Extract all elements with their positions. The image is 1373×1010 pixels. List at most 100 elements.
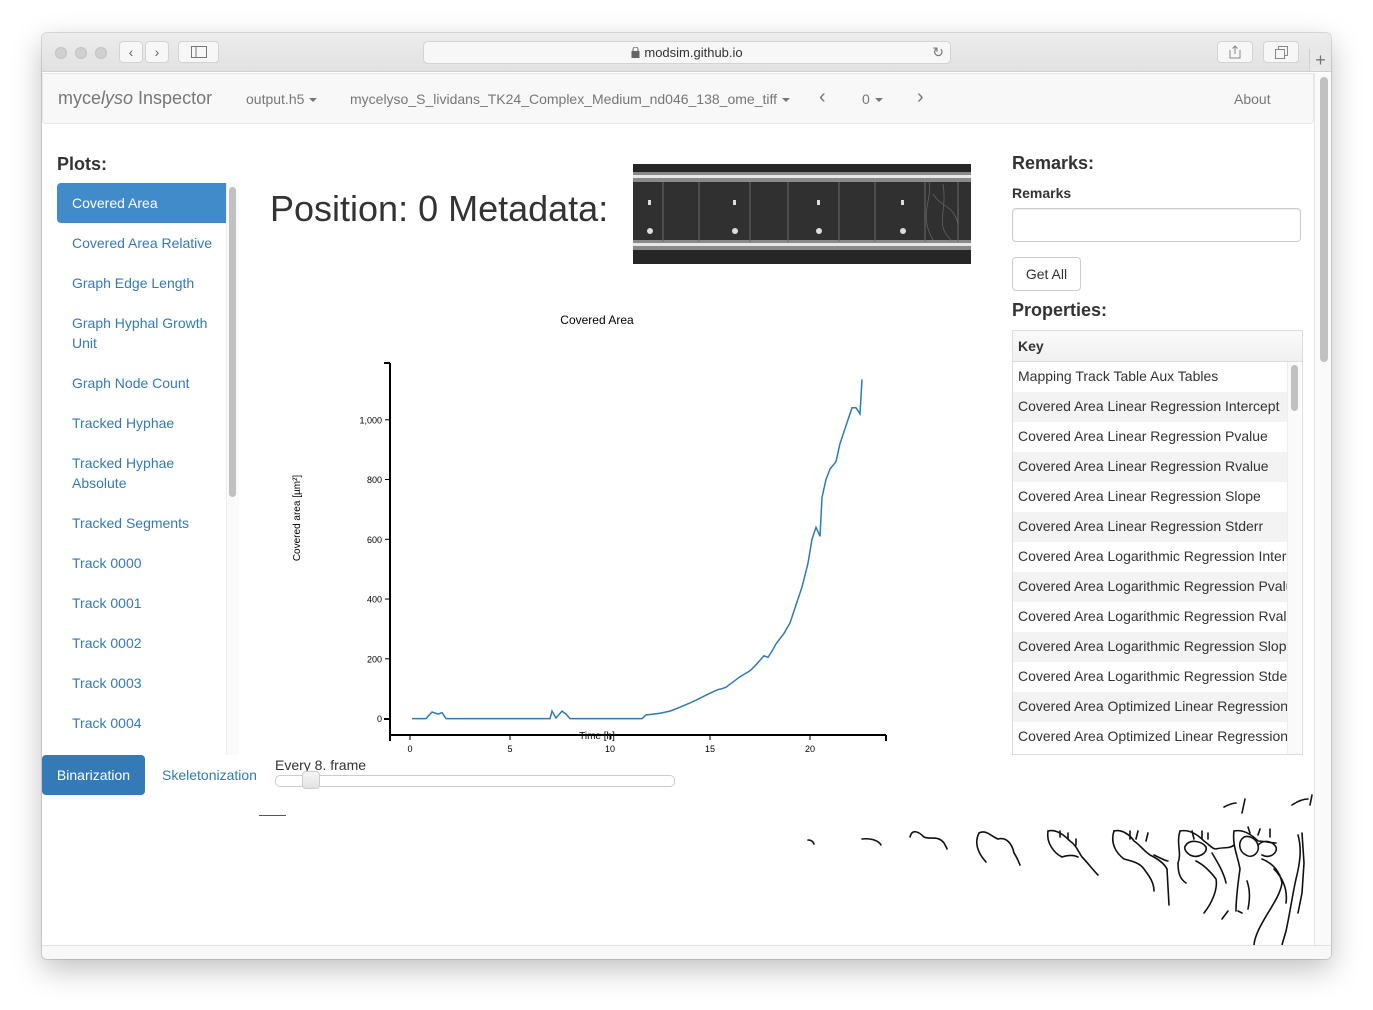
- sidebar-item-tracked-segments[interactable]: Tracked Segments: [57, 503, 239, 543]
- sidebar-item-track-0001[interactable]: Track 0001: [57, 583, 239, 623]
- caret-down-icon: [874, 98, 883, 103]
- scale-bar: [259, 815, 286, 816]
- properties-row[interactable]: Covered Area Logarithmic Regression Stde…: [1013, 662, 1288, 692]
- properties-row[interactable]: Covered Area Logarithmic Regression Pval…: [1013, 572, 1288, 602]
- y-tick-label: 600: [367, 535, 382, 545]
- tab-binarization[interactable]: Binarization: [42, 755, 145, 795]
- plots-list-scrollbar-thumb[interactable]: [229, 187, 236, 497]
- status-bar: [42, 945, 1331, 959]
- page-scrollbar-thumb[interactable]: [1320, 77, 1328, 362]
- properties-row[interactable]: Covered Area Linear Regression Stderr: [1013, 512, 1288, 542]
- url-text: modsim.github.io: [644, 45, 743, 60]
- x-tick-label: 10: [605, 744, 615, 753]
- covered-area-chart: Covered Area Time [h] Covered area [µm²]…: [292, 313, 887, 753]
- remarks-input[interactable]: [1012, 208, 1301, 242]
- reload-icon[interactable]: ↻: [932, 44, 944, 61]
- chevron-left-icon: ‹: [128, 44, 134, 60]
- dataset-dropdown-label: mycelyso_S_lividans_TK24_Complex_Medium_…: [350, 91, 777, 107]
- x-tick-label: 0: [407, 744, 412, 753]
- properties-row[interactable]: Covered Area Linear Regression Intercept: [1013, 392, 1288, 422]
- share-icon: [1229, 45, 1241, 59]
- microscopy-image: [633, 164, 971, 264]
- y-tick-label: 400: [367, 595, 382, 605]
- properties-row[interactable]: Covered Area Logarithmic Regression Rval…: [1013, 602, 1288, 632]
- plots-heading: Plots:: [57, 154, 108, 174]
- y-tick-label: 1,000: [359, 415, 382, 425]
- properties-row[interactable]: Covered Area Linear Regression Pvalue: [1013, 422, 1288, 452]
- chevron-right-icon: ›: [154, 44, 160, 60]
- properties-row[interactable]: Covered Area Linear Regression Slope: [1013, 482, 1288, 512]
- skeletonization-image: [807, 794, 1313, 946]
- minimize-window-button[interactable]: [75, 47, 87, 59]
- back-button[interactable]: ‹: [119, 41, 143, 63]
- tab-skeletonization[interactable]: Skeletonization: [162, 767, 257, 783]
- sidebar-item-track-0004[interactable]: Track 0004: [57, 703, 239, 743]
- address-bar[interactable]: modsim.github.io ↻: [423, 41, 951, 64]
- brand-italic-text: lyso: [101, 88, 134, 108]
- sidebar-item-covered-area[interactable]: Covered Area: [57, 183, 239, 223]
- zoom-window-button[interactable]: [95, 47, 107, 59]
- properties-scrollbar-thumb[interactable]: [1291, 365, 1298, 411]
- share-button[interactable]: [1217, 41, 1253, 63]
- app-brand[interactable]: mycelyso Inspector: [58, 88, 212, 109]
- properties-table: Key Mapping Track Table Aux Tables Covere…: [1012, 330, 1303, 755]
- properties-row[interactable]: Mapping Track Table Aux Tables: [1013, 362, 1288, 392]
- sidebar-item-graph-hyphal-growth-unit[interactable]: Graph Hyphal Growth Unit: [57, 303, 239, 363]
- brand-text: myce: [58, 88, 102, 108]
- properties-row[interactable]: Covered Area Logarithmic Regression Inte…: [1013, 542, 1288, 572]
- file-dropdown[interactable]: output.h5: [246, 91, 318, 107]
- sidebar-item-covered-area-relative[interactable]: Covered Area Relative: [57, 223, 239, 263]
- frame-slider[interactable]: [275, 775, 675, 787]
- series-line-covered-area: [412, 379, 863, 720]
- next-position-button[interactable]: ›: [917, 86, 924, 109]
- frame-slider-label: Every 8. frame: [275, 757, 367, 773]
- sidebar-item-tracked-hyphae-absolute[interactable]: Tracked Hyphae Absolute: [57, 443, 239, 503]
- get-all-button[interactable]: Get All: [1012, 257, 1081, 291]
- x-tick-label: 15: [705, 744, 715, 753]
- tabs-overview-button[interactable]: [1263, 41, 1299, 63]
- properties-row[interactable]: Covered Area Linear Regression Rvalue: [1013, 452, 1288, 482]
- properties-column-header[interactable]: Key: [1013, 331, 1302, 362]
- page-scrollbar[interactable]: [1314, 73, 1331, 946]
- sidebar-item-graph-node-count[interactable]: Graph Node Count: [57, 363, 239, 403]
- sidebar-icon: [190, 46, 207, 58]
- brand-suffix-text: Inspector: [133, 88, 213, 108]
- properties-row[interactable]: Covered Area Optimized Linear Regression: [1013, 692, 1288, 722]
- lock-icon: [631, 47, 640, 58]
- app-navbar: mycelyso Inspector output.h5 mycelyso_S_…: [42, 73, 1314, 124]
- remarks-label: Remarks: [1012, 185, 1072, 201]
- properties-row[interactable]: Covered Area Optimized Linear Regression: [1013, 722, 1288, 752]
- y-tick-label: 200: [367, 654, 382, 664]
- browser-titlebar: ‹ › modsim.github.io ↻ +: [42, 33, 1331, 72]
- previous-position-button[interactable]: ‹: [819, 86, 826, 109]
- caret-down-icon: [309, 98, 318, 103]
- position-dropdown[interactable]: 0: [862, 91, 883, 107]
- y-tick-label: 0: [377, 714, 382, 724]
- sidebar-toggle-button[interactable]: [178, 41, 219, 63]
- about-link[interactable]: About: [1234, 91, 1271, 107]
- sidebar-item-track-0000[interactable]: Track 0000: [57, 543, 239, 583]
- chart-y-axis-label: Covered area [µm²]: [292, 475, 303, 562]
- frame-slider-handle[interactable]: [301, 771, 320, 789]
- close-window-button[interactable]: [55, 47, 67, 59]
- properties-heading: Properties:: [1012, 300, 1108, 320]
- remarks-heading: Remarks:: [1012, 153, 1095, 173]
- x-tick-label: 20: [805, 744, 815, 753]
- caret-down-icon: [782, 98, 790, 103]
- properties-scrollbar[interactable]: [1287, 362, 1301, 754]
- browser-window: ‹ › modsim.github.io ↻ + mycelyso Inspec…: [42, 33, 1331, 959]
- sidebar-item-tracked-hyphae[interactable]: Tracked Hyphae: [57, 403, 239, 443]
- sidebar-item-track-0003[interactable]: Track 0003: [57, 663, 239, 703]
- plots-list: Covered Area Covered Area Relative Graph E…: [57, 183, 239, 755]
- plots-list-scrollbar[interactable]: [226, 183, 239, 755]
- sidebar-item-graph-edge-length[interactable]: Graph Edge Length: [57, 263, 239, 303]
- position-title: Position: 0 Metadata:: [270, 188, 609, 229]
- sidebar-item-track-0002[interactable]: Track 0002: [57, 623, 239, 663]
- forward-button[interactable]: ›: [145, 41, 169, 63]
- dataset-dropdown[interactable]: mycelyso_S_lividans_TK24_Complex_Medium_…: [350, 91, 790, 107]
- y-tick-label: 800: [367, 475, 382, 485]
- properties-row[interactable]: Covered Area Logarithmic Regression Slop…: [1013, 632, 1288, 662]
- new-tab-button[interactable]: +: [1309, 49, 1331, 71]
- x-tick-label: 5: [507, 744, 512, 753]
- chart-title: Covered Area: [560, 313, 634, 327]
